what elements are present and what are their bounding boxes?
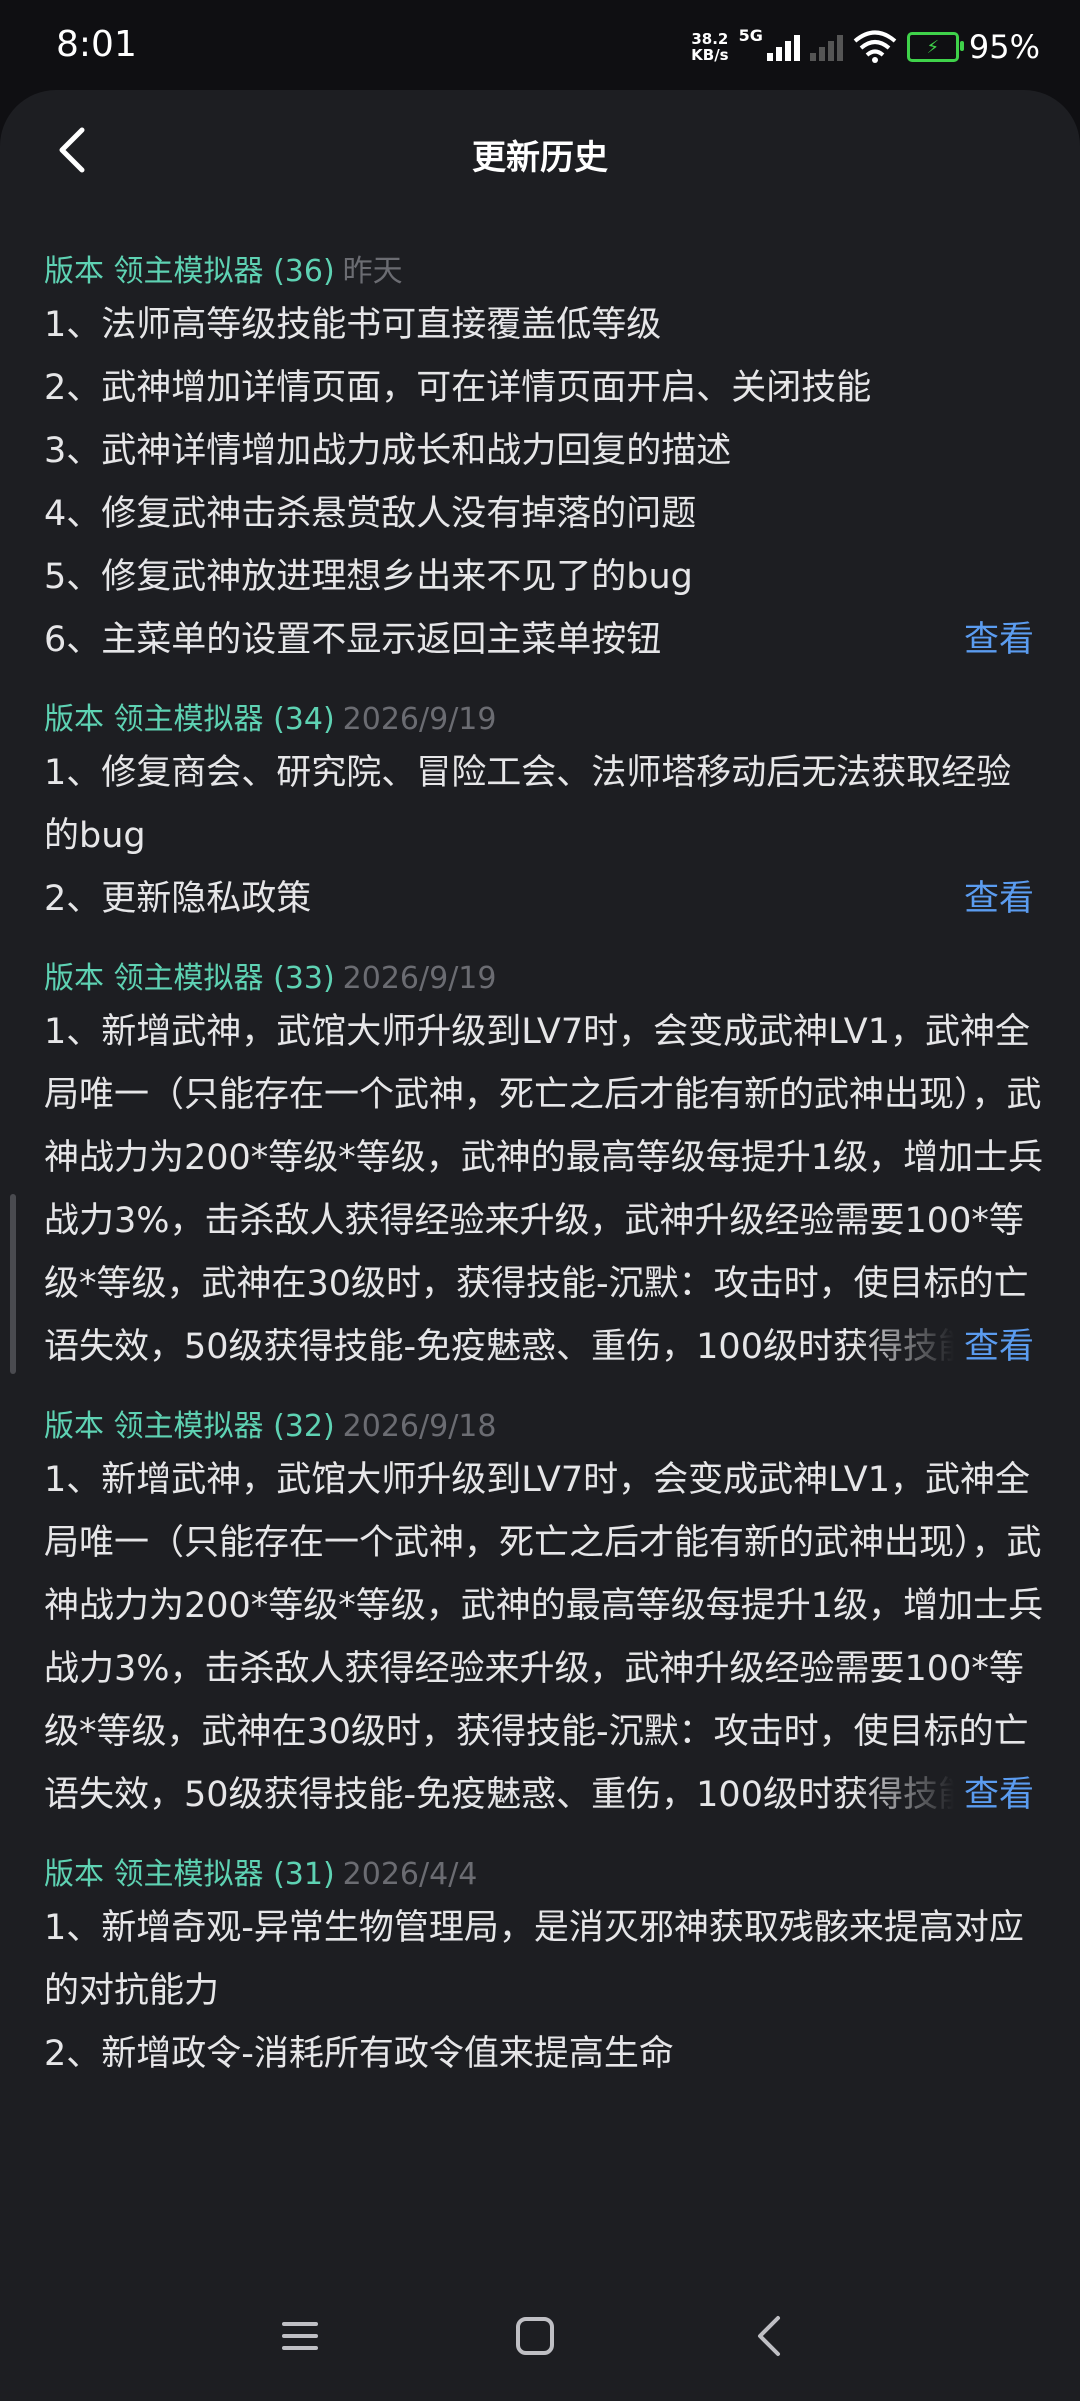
home-square-icon	[516, 2317, 554, 2355]
header: 更新历史	[0, 90, 1080, 218]
network-speed: 38.2 KB/s	[691, 30, 729, 64]
entry-header: 版本 领主模拟器 (34) 2026/9/19	[44, 698, 1044, 742]
menu-icon	[282, 2322, 318, 2350]
entry-header: 版本 领主模拟器 (32) 2026/9/18	[44, 1405, 1044, 1449]
version-label: 版本 领主模拟器 (31)	[44, 1857, 335, 1892]
status-icons: 38.2 KB/s 5G ⚡ 95%	[691, 22, 1040, 72]
home-button[interactable]	[500, 2301, 570, 2371]
version-date: 2026/9/19	[342, 702, 497, 737]
version-label: 版本 领主模拟器 (36)	[44, 254, 335, 289]
version-label: 版本 领主模拟器 (33)	[44, 961, 335, 996]
battery-icon: ⚡	[906, 32, 964, 62]
view-button[interactable]: 查看	[853, 609, 1034, 672]
signal-icon	[766, 33, 800, 61]
update-entry: 版本 领主模拟器 (33) 2026/9/19 1、新增武神，武馆大师升级到LV7…	[44, 957, 1044, 1379]
version-date: 2026/4/4	[342, 1857, 478, 1892]
network-type: 5G	[738, 26, 763, 45]
version-date: 2026/9/18	[342, 1409, 497, 1444]
version-label: 版本 领主模拟器 (32)	[44, 1409, 335, 1444]
version-date: 2026/9/19	[342, 961, 497, 996]
version-label: 版本 领主模拟器 (34)	[44, 702, 335, 737]
update-entry: 版本 领主模拟器 (31) 2026/4/4 1、新增奇观-异常生物管理局，是消灭…	[44, 1853, 1044, 2086]
view-button[interactable]: 查看	[853, 868, 1034, 931]
battery-percent: 95%	[968, 28, 1040, 66]
entry-header: 版本 领主模拟器 (33) 2026/9/19	[44, 957, 1044, 1001]
signal-secondary-icon	[809, 33, 843, 61]
entry-body: 1、新增奇观-异常生物管理局，是消灭邪神获取残骸来提高对应的对抗能力 2、新增政…	[44, 1908, 1024, 2074]
nav-back-button[interactable]	[735, 2301, 805, 2371]
view-button[interactable]: 查看	[853, 1316, 1034, 1379]
update-list: 版本 领主模拟器 (36) 昨天 1、法师高等级技能书可直接覆盖低等级 2、武神增…	[44, 250, 1044, 2112]
entry-header: 版本 领主模拟器 (36) 昨天	[44, 250, 1044, 294]
status-time: 8:01	[56, 24, 137, 65]
update-entry: 版本 领主模拟器 (32) 2026/9/18 1、新增武神，武馆大师升级到LV7…	[44, 1405, 1044, 1827]
system-nav-bar	[0, 2271, 1080, 2401]
entry-header: 版本 领主模拟器 (31) 2026/4/4	[44, 1853, 1044, 1897]
menu-button[interactable]	[265, 2301, 335, 2371]
version-date: 昨天	[342, 254, 403, 289]
view-button[interactable]: 查看	[853, 1764, 1034, 1827]
status-bar: 8:01 38.2 KB/s 5G ⚡ 95%	[0, 0, 1080, 92]
back-triangle-icon	[758, 2316, 780, 2356]
update-entry: 版本 领主模拟器 (34) 2026/9/19 1、修复商会、研究院、冒险工会、法…	[44, 698, 1044, 931]
wifi-icon	[853, 30, 897, 63]
update-entry: 版本 领主模拟器 (36) 昨天 1、法师高等级技能书可直接覆盖低等级 2、武神增…	[44, 250, 1044, 672]
update-history-sheet: 更新历史 版本 领主模拟器 (36) 昨天 1、法师高等级技能书可直接覆盖低等级 …	[0, 90, 1080, 2401]
scroll-indicator[interactable]	[10, 1194, 16, 1374]
page-title: 更新历史	[472, 138, 608, 178]
